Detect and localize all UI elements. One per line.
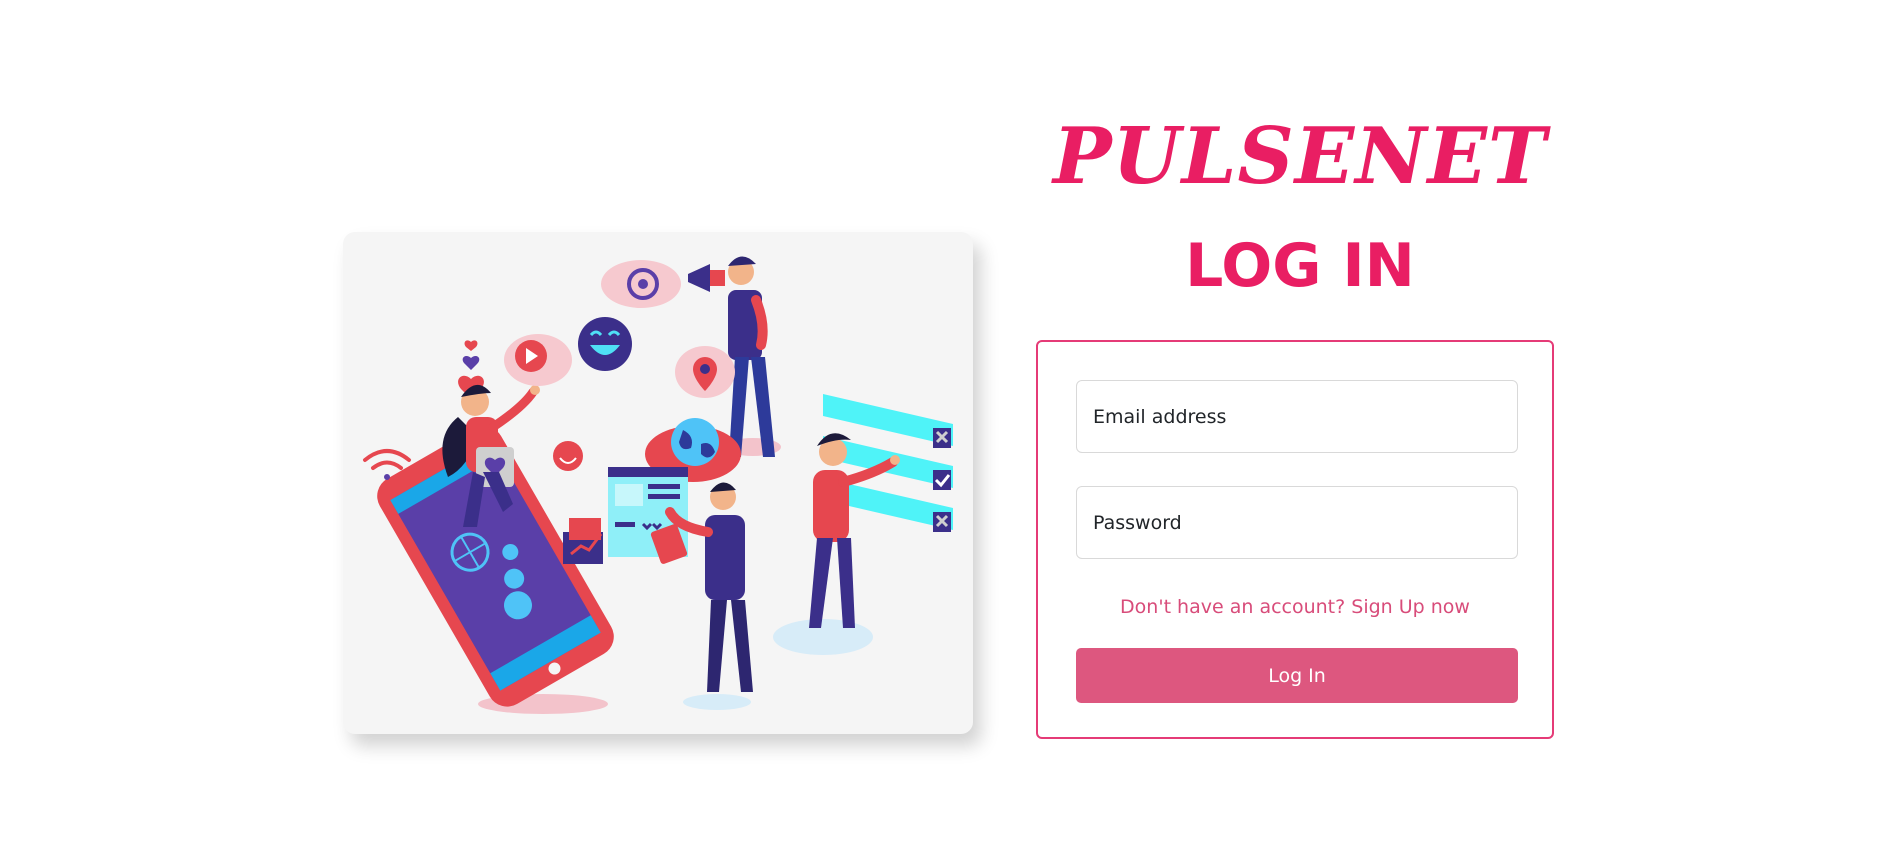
chart-icon	[563, 518, 603, 564]
page-title: LOG IN	[1185, 231, 1415, 301]
small-smiley-icon	[553, 441, 583, 471]
brand-logo: PULSENET	[1052, 111, 1548, 202]
login-button[interactable]: Log In	[1076, 648, 1518, 703]
email-field[interactable]	[1076, 380, 1518, 453]
social-media-illustration	[343, 232, 973, 734]
password-field[interactable]	[1076, 486, 1518, 559]
smiley-icon	[578, 317, 632, 371]
center-man-figure	[650, 482, 753, 692]
location-pin-icon	[675, 346, 735, 398]
at-sign-icon	[601, 260, 681, 308]
signup-link[interactable]: Don't have an account? Sign Up now	[1038, 596, 1552, 618]
login-page: PULSENET LOG IN Don't have an account? S…	[0, 0, 1894, 845]
login-form: Don't have an account? Sign Up now Log I…	[1036, 340, 1554, 739]
megaphone-icon	[688, 264, 725, 292]
play-icon	[504, 334, 572, 386]
